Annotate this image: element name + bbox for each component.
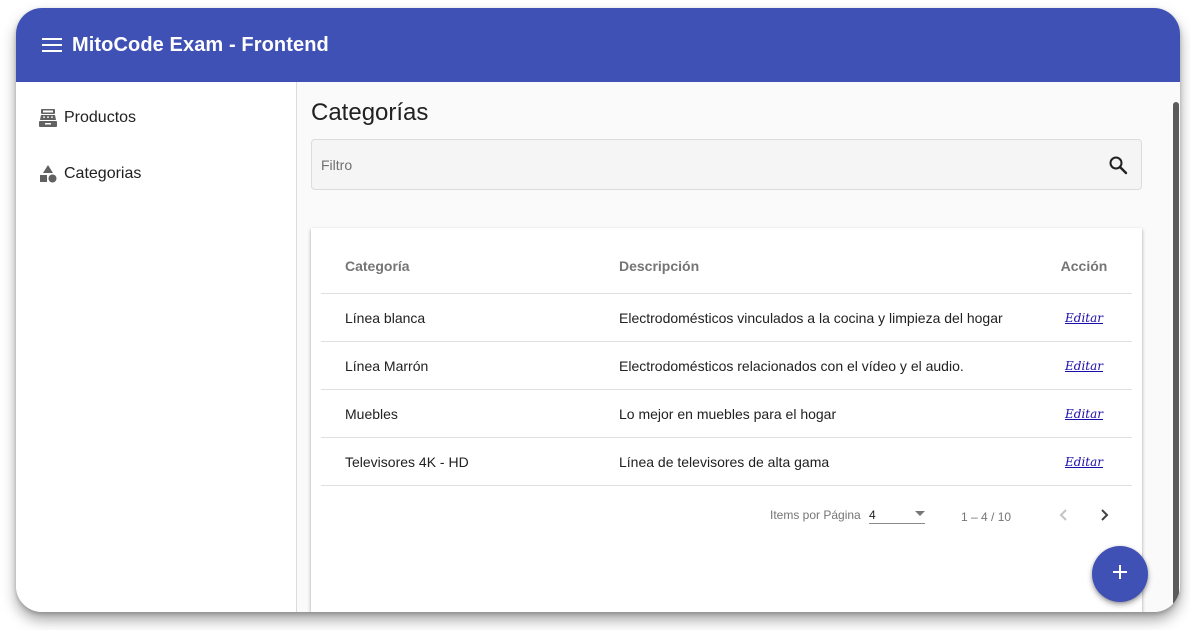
cell-categoria: Muebles <box>345 405 398 422</box>
main-content: Categorías Categoría Descripción Acción … <box>297 82 1180 612</box>
chevron-right-icon <box>1098 508 1110 525</box>
edit-link[interactable]: Editar <box>1065 359 1103 373</box>
column-header-descripcion[interactable]: Descripción <box>619 238 1039 293</box>
cell-descripcion: Línea de televisores de alta gama <box>619 453 830 470</box>
cell-descripcion: Lo mejor en muebles para el hogar <box>619 405 837 422</box>
page-size-select[interactable]: 4 <box>869 504 925 524</box>
app-title: MitoCode Exam - Frontend <box>72 33 329 56</box>
search-input[interactable] <box>321 140 1091 189</box>
page-size-value: 4 <box>869 508 876 522</box>
plus-icon <box>1112 564 1128 585</box>
cell-categoria: Línea blanca <box>345 309 426 326</box>
edit-link[interactable]: Editar <box>1065 311 1103 325</box>
cell-descripcion: Electrodomésticos vinculados a la cocina… <box>619 309 1003 326</box>
search-field <box>311 139 1142 190</box>
cell-accion: Editar <box>1051 342 1117 389</box>
table-row: Línea blanca Electrodomésticos vinculado… <box>321 294 1132 342</box>
top-toolbar: MitoCode Exam - Frontend <box>16 8 1180 82</box>
column-header-categoria[interactable]: Categoría <box>345 238 605 293</box>
sidebar-item-label: Categorias <box>64 165 142 182</box>
cell-categoria: Televisores 4K - HD <box>345 453 469 470</box>
menu-icon[interactable] <box>41 34 63 56</box>
page-title: Categorías <box>311 99 429 126</box>
categories-table: Categoría Descripción Acción Línea blanc… <box>321 238 1132 547</box>
cell-descripcion: Electrodomésticos relacionados con el ví… <box>619 357 964 374</box>
cell-categoria: Línea Marrón <box>345 357 429 374</box>
table-row: Televisores 4K - HD Línea de televisores… <box>321 438 1132 486</box>
page-range-label: 1 – 4 / 10 <box>961 510 1012 524</box>
edit-link[interactable]: Editar <box>1065 455 1103 469</box>
categories-card: Categoría Descripción Acción Línea blanc… <box>311 228 1142 612</box>
sidebar: Productos Categorias <box>16 82 297 612</box>
column-header-accion: Acción <box>1060 257 1108 274</box>
sidebar-item-categorias[interactable]: Categorias <box>16 154 296 194</box>
shapes-icon <box>38 164 58 184</box>
add-category-button[interactable] <box>1092 546 1148 602</box>
cell-accion: Editar <box>1051 390 1117 437</box>
sidebar-item-productos[interactable]: Productos <box>16 98 296 138</box>
previous-page-button[interactable] <box>1050 502 1078 530</box>
edit-link[interactable]: Editar <box>1065 407 1103 421</box>
chevron-down-icon <box>915 511 925 516</box>
app-window: MitoCode Exam - Frontend Productos Categ… <box>16 8 1180 612</box>
cell-accion: Editar <box>1051 438 1117 485</box>
search-icon[interactable] <box>1108 155 1128 175</box>
next-page-button[interactable] <box>1090 502 1118 530</box>
cash-register-icon <box>38 108 58 128</box>
table-header-row: Categoría Descripción Acción <box>321 238 1132 294</box>
sidebar-item-label: Productos <box>64 109 137 126</box>
chevron-left-icon <box>1058 508 1070 525</box>
content-scrollbar[interactable] <box>1173 102 1179 612</box>
paginator: Items por Página 4 1 – 4 / 10 <box>321 486 1132 547</box>
table-row: Muebles Lo mejor en muebles para el hoga… <box>321 390 1132 438</box>
cell-accion: Editar <box>1051 294 1117 341</box>
items-per-page-label: Items por Página <box>770 508 861 522</box>
table-row: Línea Marrón Electrodomésticos relaciona… <box>321 342 1132 390</box>
